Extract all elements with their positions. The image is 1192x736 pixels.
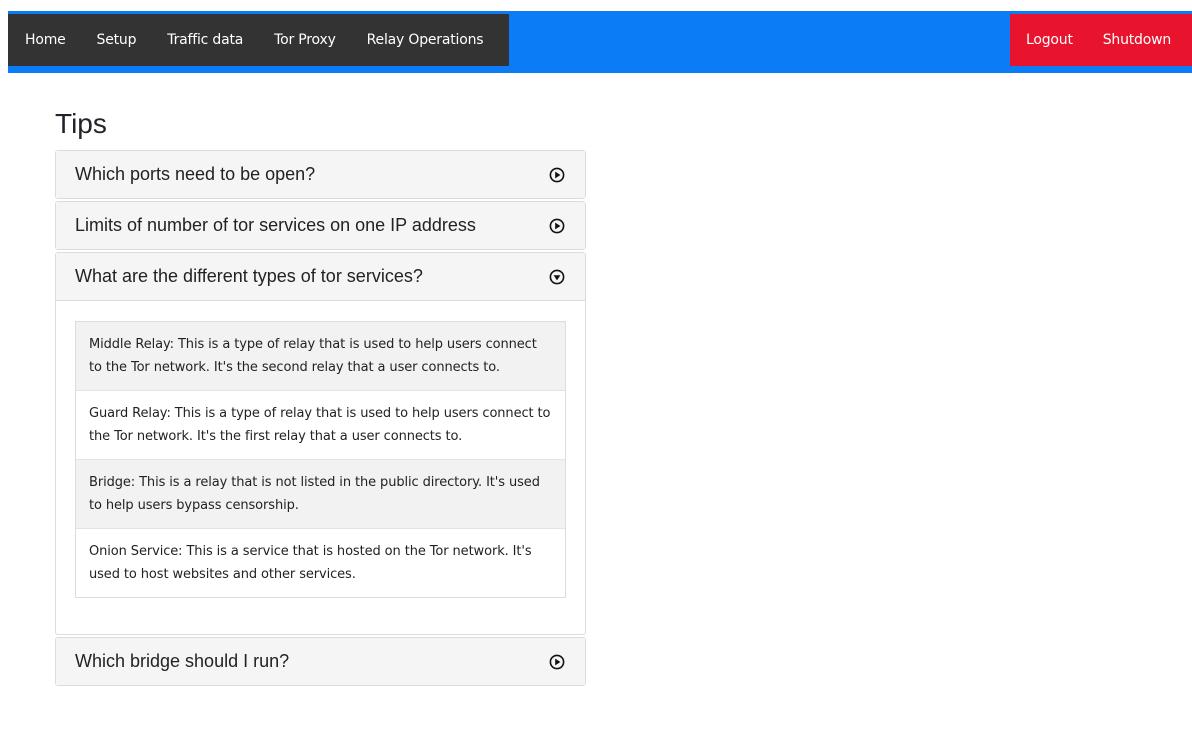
- main-nav: Home Setup Traffic data Tor Proxy Relay …: [8, 14, 509, 66]
- list-item-guard-relay: Guard Relay: This is a type of relay tha…: [76, 390, 565, 459]
- list-item-bridge: Bridge: This is a relay that is not list…: [76, 459, 565, 528]
- accordion-header-bridge[interactable]: Which bridge should I run?: [56, 638, 585, 685]
- nav-setup[interactable]: Setup: [80, 32, 137, 48]
- accordion-header-service-types[interactable]: What are the different types of tor serv…: [56, 253, 585, 301]
- list-item-middle-relay: Middle Relay: This is a type of relay th…: [76, 322, 565, 390]
- list-item-onion-service: Onion Service: This is a service that is…: [76, 528, 565, 597]
- accordion-body: Middle Relay: This is a type of relay th…: [56, 301, 585, 634]
- circle-play-icon: [549, 654, 565, 669]
- accordion-header-ports[interactable]: Which ports need to be open?: [56, 151, 585, 198]
- nav-home[interactable]: Home: [8, 32, 66, 48]
- accordion-item-bridge: Which bridge should I run?: [55, 637, 586, 686]
- nav-tor-proxy[interactable]: Tor Proxy: [257, 32, 336, 48]
- nav-relay-operations[interactable]: Relay Operations: [350, 32, 484, 48]
- tips-accordion: Which ports need to be open? Limits of n…: [55, 150, 586, 688]
- circle-play-icon: [549, 218, 565, 233]
- accordion-header-limits[interactable]: Limits of number of tor services on one …: [56, 202, 585, 249]
- accordion-item-ports: Which ports need to be open?: [55, 150, 586, 199]
- circle-chevron-down-icon: [549, 269, 565, 284]
- shutdown-button[interactable]: Shutdown: [1087, 32, 1172, 48]
- accordion-title: What are the different types of tor serv…: [75, 266, 423, 286]
- circle-play-icon: [549, 167, 565, 182]
- account-nav: Logout Shutdown: [1010, 14, 1192, 66]
- logout-button[interactable]: Logout: [1010, 32, 1073, 48]
- accordion-title: Limits of number of tor services on one …: [75, 215, 476, 235]
- accordion-item-service-types: What are the different types of tor serv…: [55, 252, 586, 635]
- accordion-item-limits: Limits of number of tor services on one …: [55, 201, 586, 250]
- service-types-list: Middle Relay: This is a type of relay th…: [75, 321, 566, 598]
- page-title: Tips: [55, 108, 107, 139]
- nav-traffic-data[interactable]: Traffic data: [150, 32, 243, 48]
- accordion-title: Which bridge should I run?: [75, 651, 290, 671]
- accordion-title: Which ports need to be open?: [75, 164, 316, 184]
